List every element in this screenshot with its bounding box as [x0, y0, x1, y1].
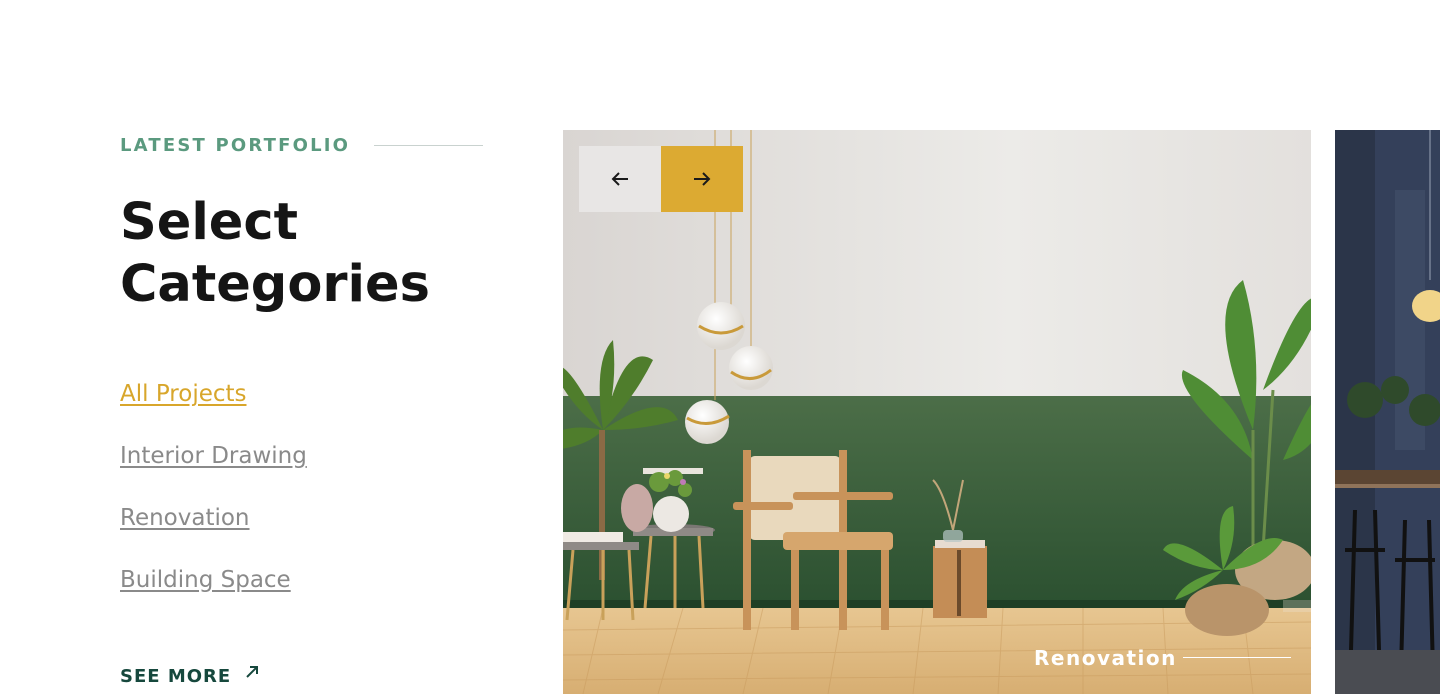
- slide-caption: Renovation: [1034, 646, 1177, 670]
- eyebrow-divider: [374, 145, 483, 146]
- renovation-room-image: [563, 130, 1311, 694]
- section-eyebrow: LATEST PORTFOLIO: [120, 135, 351, 156]
- see-more-link[interactable]: SEE MORE: [120, 665, 259, 687]
- portfolio-slide-next[interactable]: [1335, 130, 1440, 694]
- category-building-space[interactable]: Building Space: [120, 564, 307, 596]
- caption-divider: [1183, 657, 1291, 658]
- section-title: Select Categories: [120, 193, 430, 314]
- arrow-up-right-icon: [246, 665, 259, 678]
- category-interior-drawing[interactable]: Interior Drawing: [120, 440, 307, 472]
- category-renovation[interactable]: Renovation: [120, 502, 307, 534]
- category-list: All Projects Interior Drawing Renovation…: [120, 378, 307, 626]
- arrow-right-icon: [694, 172, 711, 186]
- dining-room-image: [1335, 130, 1440, 694]
- arrow-left-icon: [611, 172, 628, 186]
- slider-prev-button[interactable]: [579, 146, 661, 212]
- see-more-label: SEE MORE: [120, 666, 232, 687]
- slider-next-button[interactable]: [661, 146, 743, 212]
- category-all-projects[interactable]: All Projects: [120, 378, 307, 410]
- portfolio-slide-current[interactable]: [563, 130, 1311, 694]
